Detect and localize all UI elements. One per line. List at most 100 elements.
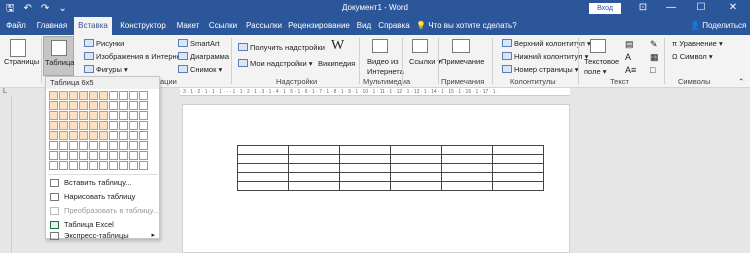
grid-cell[interactable] <box>89 151 98 160</box>
tab-review[interactable]: Рецензирование <box>286 17 352 35</box>
equation-button[interactable]: π Уравнение ▾ <box>672 39 723 49</box>
grid-cell[interactable] <box>59 151 68 160</box>
grid-cell[interactable] <box>59 101 68 110</box>
grid-cell[interactable] <box>139 131 148 140</box>
grid-cell[interactable] <box>49 121 58 130</box>
document-table[interactable] <box>237 145 544 191</box>
quick-parts-icon[interactable]: ▤ <box>625 39 634 49</box>
table-cell[interactable] <box>237 145 289 155</box>
table-cell[interactable] <box>237 154 289 164</box>
table-cell[interactable] <box>339 163 391 173</box>
table-cell[interactable] <box>237 172 289 182</box>
grid-cell[interactable] <box>79 151 88 160</box>
grid-cell[interactable] <box>69 141 78 150</box>
excel-table-item[interactable]: Таблица Excel <box>46 218 159 232</box>
grid-cell[interactable] <box>59 111 68 120</box>
table-cell[interactable] <box>288 145 340 155</box>
table-cell[interactable] <box>492 163 544 173</box>
grid-cell[interactable] <box>109 141 118 150</box>
grid-cell[interactable] <box>139 161 148 170</box>
horizontal-ruler[interactable]: · 3 · 1 · 2 · 1 · 1 · 1 · · · 1 · 1 · 2 … <box>180 88 570 96</box>
chart-button[interactable]: Диаграмма <box>178 52 229 62</box>
grid-cell[interactable] <box>99 121 108 130</box>
vertical-ruler[interactable] <box>0 96 12 253</box>
grid-cell[interactable] <box>99 131 108 140</box>
grid-cell[interactable] <box>119 131 128 140</box>
grid-cell[interactable] <box>99 161 108 170</box>
grid-cell[interactable] <box>119 91 128 100</box>
table-size-grid[interactable] <box>49 91 148 170</box>
comment-button[interactable]: Примечание <box>441 57 484 67</box>
grid-cell[interactable] <box>49 91 58 100</box>
grid-cell[interactable] <box>69 151 78 160</box>
symbol-button[interactable]: Ω Символ ▾ <box>672 52 713 62</box>
grid-cell[interactable] <box>79 131 88 140</box>
grid-cell[interactable] <box>129 121 138 130</box>
grid-cell[interactable] <box>99 111 108 120</box>
grid-cell[interactable] <box>79 91 88 100</box>
table-cell[interactable] <box>390 145 442 155</box>
convert-to-table-item[interactable]: Преобразовать в таблицу... <box>46 204 159 218</box>
grid-cell[interactable] <box>79 111 88 120</box>
table-cell[interactable] <box>492 181 544 191</box>
tab-help[interactable]: Справка <box>376 17 412 35</box>
grid-cell[interactable] <box>109 91 118 100</box>
grid-cell[interactable] <box>79 161 88 170</box>
footer-button[interactable]: Нижний колонтитул ▾ <box>502 52 588 62</box>
grid-cell[interactable] <box>59 161 68 170</box>
grid-cell[interactable] <box>99 101 108 110</box>
grid-cell[interactable] <box>49 111 58 120</box>
maximize-button[interactable]: ☐ <box>690 1 712 15</box>
grid-cell[interactable] <box>79 121 88 130</box>
grid-cell[interactable] <box>109 101 118 110</box>
grid-cell[interactable] <box>99 141 108 150</box>
grid-cell[interactable] <box>69 111 78 120</box>
table-cell[interactable] <box>441 145 493 155</box>
tab-layout[interactable]: Макет <box>172 17 204 35</box>
grid-cell[interactable] <box>89 111 98 120</box>
pictures-button[interactable]: Рисунки <box>84 39 124 49</box>
insert-table-item[interactable]: Вставить таблицу... <box>46 176 159 190</box>
table-cell[interactable] <box>339 172 391 182</box>
pages-button[interactable]: Страницы <box>4 57 39 67</box>
collapse-ribbon-icon[interactable]: ⌃ <box>738 77 744 87</box>
grid-cell[interactable] <box>89 161 98 170</box>
table-cell[interactable] <box>441 154 493 164</box>
tab-view[interactable]: Вид <box>352 17 376 35</box>
table-cell[interactable] <box>390 163 442 173</box>
tab-home[interactable]: Главная <box>32 17 72 35</box>
grid-cell[interactable] <box>89 121 98 130</box>
grid-cell[interactable] <box>119 151 128 160</box>
wordart-icon[interactable]: A <box>625 52 631 62</box>
object-icon[interactable]: □ <box>650 65 655 75</box>
grid-cell[interactable] <box>139 111 148 120</box>
dropcap-icon[interactable]: A≡ <box>625 65 636 75</box>
grid-cell[interactable] <box>59 141 68 150</box>
grid-cell[interactable] <box>129 101 138 110</box>
grid-cell[interactable] <box>99 91 108 100</box>
tab-design[interactable]: Конструктор <box>114 17 172 35</box>
online-images-button[interactable]: Изображения в Интернете <box>84 52 188 62</box>
share-button[interactable]: 👤 Поделиться <box>690 17 746 35</box>
table-cell[interactable] <box>288 172 340 182</box>
table-cell[interactable] <box>390 181 442 191</box>
tab-insert[interactable]: Вставка <box>74 17 112 35</box>
tab-file[interactable]: Файл <box>2 17 30 35</box>
screenshot-button[interactable]: Снимок ▾ <box>178 65 222 75</box>
tab-selector[interactable]: L <box>3 88 7 95</box>
grid-cell[interactable] <box>79 101 88 110</box>
grid-cell[interactable] <box>139 121 148 130</box>
grid-cell[interactable] <box>109 161 118 170</box>
table-cell[interactable] <box>339 154 391 164</box>
grid-cell[interactable] <box>59 121 68 130</box>
tab-references[interactable]: Ссылки <box>204 17 242 35</box>
grid-cell[interactable] <box>89 91 98 100</box>
table-cell[interactable] <box>441 181 493 191</box>
table-cell[interactable] <box>492 154 544 164</box>
tell-me-search[interactable]: 💡 Что вы хотите сделать? <box>416 17 517 35</box>
table-cell[interactable] <box>339 145 391 155</box>
grid-cell[interactable] <box>69 101 78 110</box>
grid-cell[interactable] <box>89 101 98 110</box>
signature-line-icon[interactable]: ✎ <box>650 39 658 49</box>
ribbon-display-icon[interactable]: ⊡ <box>632 1 654 15</box>
